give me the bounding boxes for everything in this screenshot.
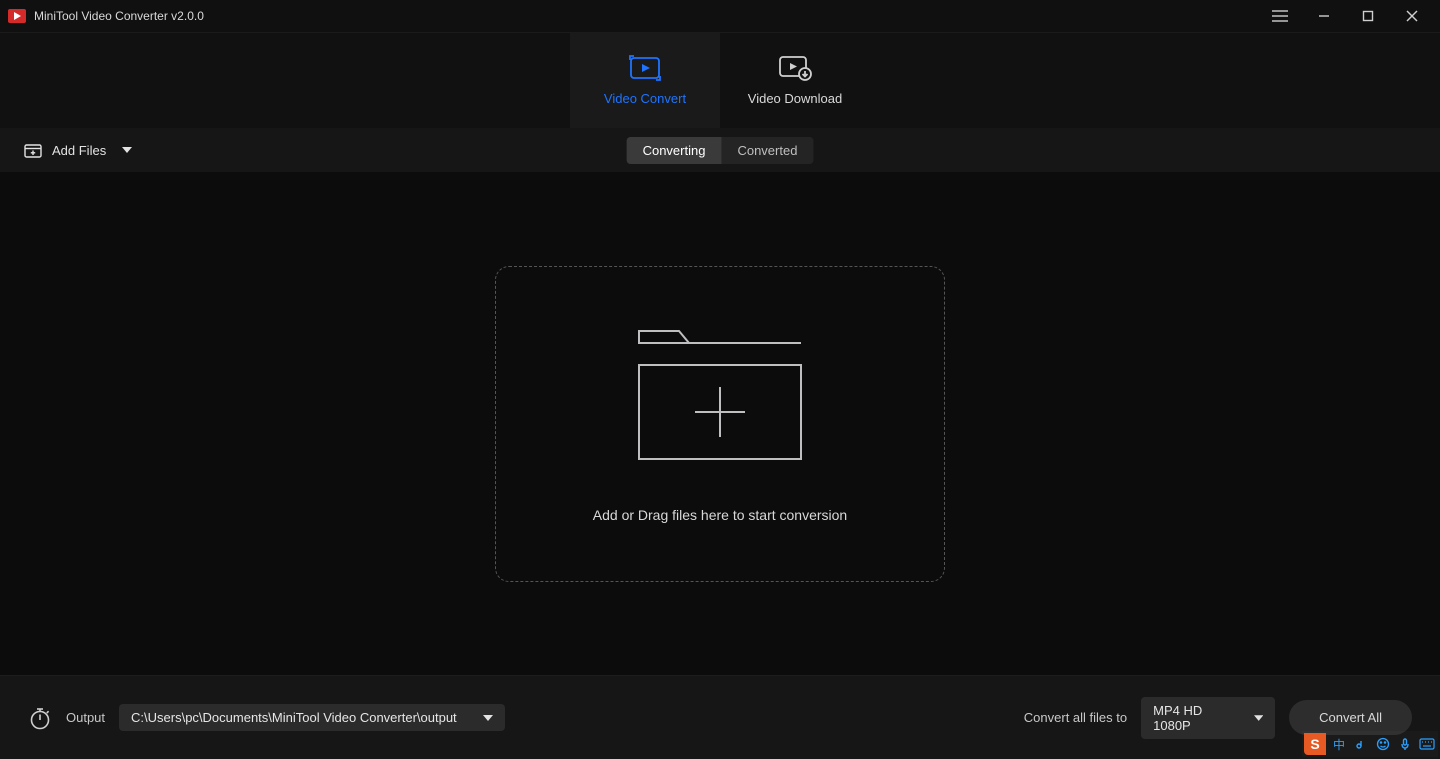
ime-punctuation-icon[interactable] (1352, 735, 1370, 753)
maximize-button[interactable] (1346, 0, 1390, 32)
mode-bar: Video Convert Video Download (0, 32, 1440, 128)
titlebar: MiniTool Video Converter v2.0.0 (0, 0, 1440, 32)
minimize-button[interactable] (1302, 0, 1346, 32)
status-segmented-control: Converting Converted (627, 137, 814, 164)
app-logo-icon (8, 9, 26, 23)
segment-converted[interactable]: Converted (721, 137, 813, 164)
output-path-dropdown[interactable]: C:\Users\pc\Documents\MiniTool Video Con… (119, 704, 505, 731)
chevron-down-icon (483, 715, 493, 721)
output-format-dropdown[interactable]: MP4 HD 1080P (1141, 697, 1275, 739)
add-files-label: Add Files (52, 143, 106, 158)
window-controls (1258, 0, 1434, 32)
ime-tray: S 中 (1302, 731, 1438, 757)
tab-video-download-label: Video Download (748, 91, 842, 106)
close-button[interactable] (1390, 0, 1434, 32)
hamburger-menu-icon[interactable] (1258, 0, 1302, 32)
dropzone[interactable]: Add or Drag files here to start conversi… (495, 266, 945, 582)
convert-all-label: Convert all files to (1024, 710, 1127, 725)
tab-video-download[interactable]: Video Download (720, 33, 870, 128)
convert-all-button[interactable]: Convert All (1289, 700, 1412, 735)
ime-emoji-icon[interactable] (1374, 735, 1392, 753)
ime-voice-icon[interactable] (1396, 735, 1414, 753)
add-files-button[interactable]: Add Files (24, 142, 132, 158)
stopwatch-icon (28, 706, 52, 730)
add-files-icon (24, 142, 42, 158)
titlebar-left: MiniTool Video Converter v2.0.0 (8, 9, 204, 23)
folder-add-icon (633, 325, 807, 465)
segment-converting[interactable]: Converting (627, 137, 722, 164)
output-format-value: MP4 HD 1080P (1153, 703, 1238, 733)
ime-badge-icon[interactable]: S (1304, 733, 1326, 755)
app-title: MiniTool Video Converter v2.0.0 (34, 9, 204, 23)
tab-video-convert[interactable]: Video Convert (570, 33, 720, 128)
output-path-value: C:\Users\pc\Documents\MiniTool Video Con… (131, 710, 457, 725)
toolbar: Add Files Converting Converted (0, 128, 1440, 172)
tab-video-convert-label: Video Convert (604, 91, 686, 106)
output-label: Output (66, 710, 105, 725)
ime-keyboard-icon[interactable] (1418, 735, 1436, 753)
chevron-down-icon (1254, 715, 1263, 721)
video-download-icon (778, 55, 812, 81)
video-convert-icon (628, 55, 662, 81)
footer-bar: Output C:\Users\pc\Documents\MiniTool Vi… (0, 675, 1440, 759)
ime-language-icon[interactable]: 中 (1330, 735, 1348, 753)
dropzone-hint: Add or Drag files here to start conversi… (593, 507, 847, 523)
workspace: Add or Drag files here to start conversi… (0, 172, 1440, 675)
chevron-down-icon (122, 147, 132, 153)
